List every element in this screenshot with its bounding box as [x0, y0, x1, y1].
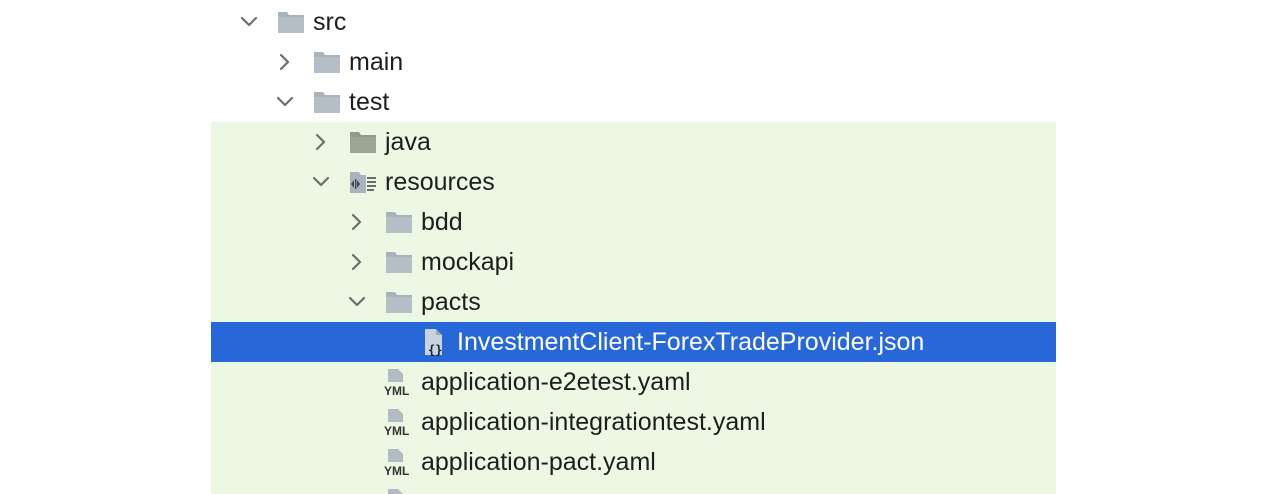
tree-row-mockapi[interactable]: mockapi — [0, 242, 1266, 282]
tree-row-pact-json[interactable]: {} InvestmentClient-ForexTradeProvider.j… — [0, 322, 1266, 362]
chevron-down-icon[interactable] — [237, 10, 261, 34]
tree-label: java — [385, 128, 431, 156]
yaml-file-icon — [384, 488, 414, 494]
chevron-right-icon[interactable] — [345, 210, 369, 234]
tree-label: src — [313, 8, 347, 36]
tree-label: application-e2etest.yaml — [421, 368, 691, 396]
chevron-right-icon[interactable] — [345, 250, 369, 274]
chevron-right-icon[interactable] — [273, 50, 297, 74]
yaml-file-icon: YML — [384, 368, 414, 398]
tree-row-bdd[interactable]: bdd — [0, 202, 1266, 242]
chevron-down-icon[interactable] — [309, 170, 333, 194]
tree-row-yaml-integrationtest[interactable]: YML application-integrationtest.yaml — [0, 402, 1266, 442]
chevron-down-icon[interactable] — [273, 90, 297, 114]
folder-icon — [276, 8, 306, 36]
tree-row-src[interactable]: src — [0, 2, 1266, 42]
folder-icon — [312, 88, 342, 116]
folder-icon — [312, 48, 342, 76]
tree-row-pacts[interactable]: pacts — [0, 282, 1266, 322]
tree-row-resources[interactable]: resources — [0, 162, 1266, 202]
tree-row-yaml-e2etest[interactable]: YML application-e2etest.yaml — [0, 362, 1266, 402]
tree-label: application-pact.yaml — [421, 448, 656, 476]
svg-text:{}: {} — [428, 343, 442, 356]
tree-row-partial[interactable] — [0, 482, 1266, 494]
folder-icon — [384, 248, 414, 276]
chevron-down-icon[interactable] — [345, 290, 369, 314]
test-resources-folder-icon — [348, 168, 378, 196]
tree-label: main — [349, 48, 404, 76]
yaml-file-icon: YML — [384, 448, 414, 478]
tree-label: test — [349, 88, 390, 116]
test-sources-folder-icon — [348, 128, 378, 156]
tree-label: bdd — [421, 208, 463, 236]
folder-icon — [384, 208, 414, 236]
tree-label: InvestmentClient-ForexTradeProvider.json — [457, 328, 925, 356]
tree-row-yaml-pact[interactable]: YML application-pact.yaml — [0, 442, 1266, 482]
project-tree: src main test java resources bdd mockapi… — [0, 0, 1266, 494]
tree-label: resources — [385, 168, 495, 196]
chevron-right-icon[interactable] — [309, 130, 333, 154]
tree-label: mockapi — [421, 248, 515, 276]
json-file-icon: {} — [422, 328, 452, 357]
svg-text:YML: YML — [384, 384, 409, 396]
svg-text:YML: YML — [384, 464, 409, 476]
svg-text:YML: YML — [384, 424, 409, 436]
yaml-file-icon: YML — [384, 408, 414, 438]
tree-row-java[interactable]: java — [0, 122, 1266, 162]
tree-label: pacts — [421, 288, 481, 316]
tree-row-test[interactable]: test — [0, 82, 1266, 122]
tree-label: application-integrationtest.yaml — [421, 408, 766, 436]
folder-icon — [384, 288, 414, 316]
tree-row-main[interactable]: main — [0, 42, 1266, 82]
